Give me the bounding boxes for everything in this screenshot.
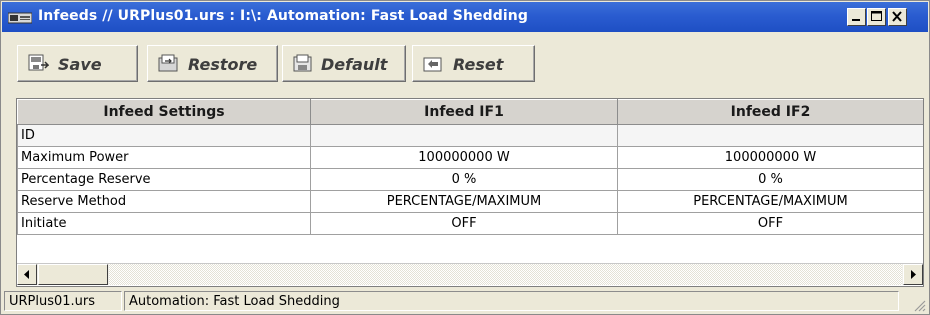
table-row: Maximum Power 100000000 W 100000000 W (17, 146, 923, 169)
scroll-right-button[interactable] (903, 264, 923, 285)
restore-button[interactable]: Restore (147, 45, 278, 82)
value-cell[interactable]: 0 % (310, 168, 618, 191)
header-cell[interactable]: Infeed IF1 (310, 99, 618, 125)
row-label: Initiate (17, 212, 311, 235)
value-cell[interactable]: OFF (310, 212, 618, 235)
horizontal-scrollbar[interactable] (17, 263, 923, 285)
reset-icon (423, 57, 442, 72)
scroll-thumb[interactable] (38, 264, 108, 285)
save-icon (28, 54, 49, 71)
default-icon (293, 54, 312, 72)
reset-button[interactable]: Reset (412, 45, 535, 82)
settings-table: Infeed Settings Infeed IF1 Infeed IF2 ID… (17, 99, 923, 235)
minimize-button[interactable] (847, 8, 866, 26)
arrow-left-icon (24, 270, 29, 279)
scroll-left-button[interactable] (17, 264, 37, 285)
status-path: Automation: Fast Load Shedding (124, 291, 899, 311)
default-button[interactable]: Default (282, 45, 406, 82)
restore-icon (158, 54, 178, 72)
value-cell[interactable]: 100000000 W (310, 146, 618, 169)
value-cell[interactable] (310, 124, 618, 147)
status-bar: URPlus01.urs Automation: Fast Load Shedd… (2, 289, 928, 314)
settings-window: Infeeds // URPlus01.urs : I:\: Automatio… (0, 0, 930, 315)
close-button[interactable] (888, 8, 907, 26)
title-bar[interactable]: Infeeds // URPlus01.urs : I:\: Automatio… (2, 2, 928, 32)
value-cell[interactable]: PERCENTAGE/MAXIMUM (617, 190, 923, 213)
header-cell[interactable]: Infeed IF2 (617, 99, 923, 125)
header-row: Infeed Settings Infeed IF1 Infeed IF2 (17, 99, 923, 125)
toolbar: Save Restore Default Reset (2, 33, 928, 95)
table-row: ID (17, 124, 923, 147)
row-label: Reserve Method (17, 190, 311, 213)
arrow-right-icon (911, 270, 916, 279)
status-file: URPlus01.urs (4, 291, 122, 311)
close-icon (892, 11, 902, 22)
save-button[interactable]: Save (17, 45, 138, 82)
device-icon (7, 10, 33, 24)
table-row: Reserve Method PERCENTAGE/MAXIMUM PERCEN… (17, 190, 923, 213)
minimize-icon (852, 19, 860, 21)
window-title: Infeeds // URPlus01.urs : I:\: Automatio… (38, 8, 528, 24)
value-cell[interactable]: PERCENTAGE/MAXIMUM (310, 190, 618, 213)
settings-grid: Infeed Settings Infeed IF1 Infeed IF2 ID… (16, 98, 924, 287)
row-label: ID (17, 124, 311, 147)
value-cell[interactable] (617, 124, 923, 147)
maximize-button[interactable] (867, 8, 886, 26)
table-row: Initiate OFF OFF (17, 212, 923, 235)
value-cell[interactable]: 100000000 W (617, 146, 923, 169)
value-cell[interactable]: OFF (617, 212, 923, 235)
row-label: Maximum Power (17, 146, 311, 169)
table-row: Percentage Reserve 0 % 0 % (17, 168, 923, 191)
value-cell[interactable]: 0 % (617, 168, 923, 191)
scroll-track[interactable] (109, 264, 902, 285)
resize-grip-icon[interactable] (912, 298, 926, 312)
header-cell[interactable]: Infeed Settings (17, 99, 311, 125)
maximize-icon (871, 11, 882, 21)
row-label: Percentage Reserve (17, 168, 311, 191)
